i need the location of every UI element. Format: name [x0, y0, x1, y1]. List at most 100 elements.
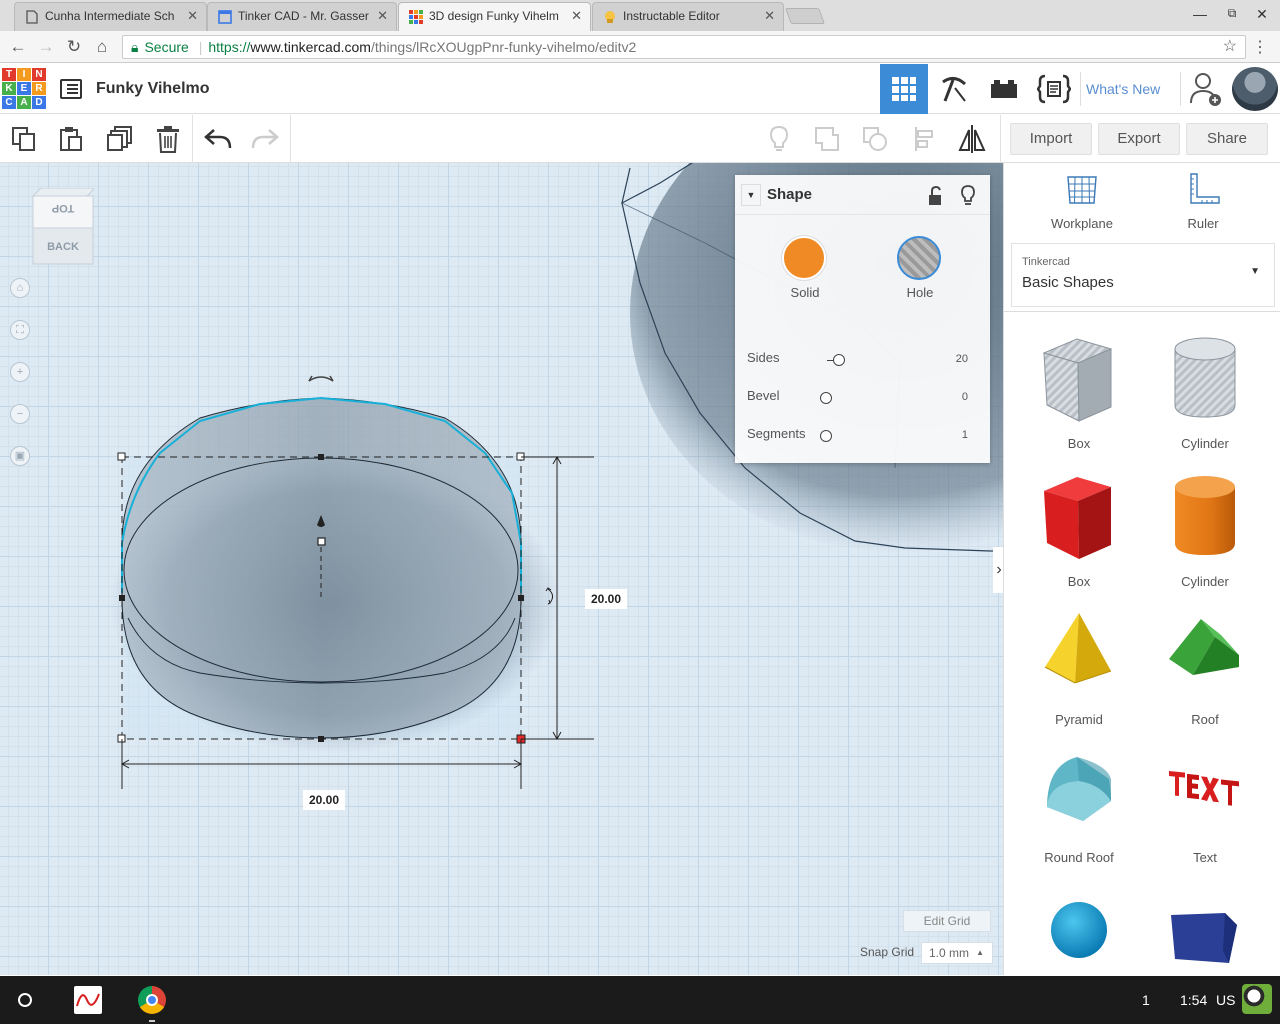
restore-icon[interactable]: ⧉: [1222, 6, 1242, 21]
solid-color-swatch[interactable]: [782, 236, 826, 280]
import-button[interactable]: Import: [1010, 123, 1092, 155]
share-button[interactable]: Share: [1186, 123, 1268, 155]
workplane-tool[interactable]: Workplane: [1037, 171, 1127, 231]
bricks-button[interactable]: [980, 64, 1028, 114]
close-tab-icon[interactable]: ✕: [187, 8, 198, 24]
paste-button[interactable]: [56, 124, 86, 154]
minecraft-button[interactable]: [930, 64, 978, 114]
duplicate-button[interactable]: [105, 124, 135, 154]
code-blocks-icon: [1037, 74, 1071, 104]
close-tab-icon[interactable]: ✕: [571, 8, 582, 24]
edge-handle[interactable]: [119, 595, 125, 601]
close-window-icon[interactable]: ✕: [1252, 6, 1272, 23]
zoom-in-icon[interactable]: +: [10, 362, 30, 382]
polygon-icon: [1171, 913, 1237, 963]
account-avatar[interactable]: [1242, 984, 1272, 1014]
shape-box[interactable]: Box: [1024, 469, 1134, 597]
reload-icon[interactable]: ↻: [64, 37, 84, 57]
zoom-out-icon[interactable]: −: [10, 404, 30, 424]
notes-button[interactable]: [764, 124, 794, 154]
bookmark-star-icon[interactable]: ☆: [1223, 36, 1237, 58]
back-icon[interactable]: ←: [8, 37, 28, 57]
sides-value[interactable]: 20: [956, 353, 968, 365]
logo-letter: C: [2, 96, 16, 109]
input-language[interactable]: US: [1216, 992, 1235, 1008]
close-tab-icon[interactable]: ✕: [764, 8, 775, 24]
group-button[interactable]: [812, 124, 842, 154]
align-button[interactable]: [910, 124, 940, 154]
clock[interactable]: 1:54: [1180, 992, 1207, 1008]
browser-toolbar: ← → ↻ ⌂ 🔒︎ Secure | https://www.tinkercad.…: [0, 31, 1280, 63]
tinkercad-logo[interactable]: T I N K E R C A D: [2, 68, 46, 111]
collapse-inspector-button[interactable]: ▼: [741, 184, 761, 206]
undo-button[interactable]: [203, 124, 233, 154]
home-icon[interactable]: ⌂: [92, 37, 112, 57]
edit-grid-button[interactable]: Edit Grid: [903, 910, 991, 932]
copy-button[interactable]: [9, 124, 39, 154]
ungroup-button[interactable]: [860, 124, 890, 154]
codeblocks-button[interactable]: [1030, 64, 1078, 114]
segments-value[interactable]: 1: [962, 429, 968, 441]
solid-label: Solid: [790, 285, 820, 300]
design-title[interactable]: Funky Vihelmo: [96, 80, 210, 98]
graph-app-icon[interactable]: [74, 986, 102, 1014]
ruler-icon: [1190, 173, 1220, 204]
delete-button[interactable]: [153, 124, 183, 154]
shape-pyramid[interactable]: Pyramid: [1024, 607, 1134, 735]
depth-dimension-label[interactable]: 20.00: [585, 589, 628, 609]
url-host: www.tinkercad.com: [250, 39, 371, 55]
minimize-icon[interactable]: —: [1190, 6, 1210, 22]
browser-tab-cunha[interactable]: Cunha Intermediate Sch ✕: [14, 2, 207, 31]
center-handle[interactable]: [317, 537, 326, 546]
edge-handle[interactable]: [318, 454, 324, 460]
browser-tab-instructable[interactable]: Instructable Editor ✕: [592, 2, 784, 31]
new-tab-button[interactable]: [785, 8, 825, 24]
collapse-panel-button[interactable]: ›: [993, 547, 1003, 593]
home-view-icon[interactable]: ⌂: [10, 278, 30, 298]
sides-slider[interactable]: [833, 354, 845, 366]
redo-button[interactable]: [250, 124, 280, 154]
logo-letter: T: [2, 68, 16, 81]
view-cube[interactable]: TOP BACK: [31, 188, 95, 266]
chrome-menu-icon[interactable]: ⋮: [1252, 37, 1268, 57]
edge-handle[interactable]: [518, 595, 524, 601]
corner-handle[interactable]: [117, 452, 126, 461]
shape-roof[interactable]: Roof: [1150, 607, 1260, 735]
snap-grid-select[interactable]: 1.0 mm ▲: [921, 942, 993, 964]
whats-new-link[interactable]: What's New: [1086, 81, 1160, 97]
segments-slider[interactable]: [820, 430, 832, 442]
forward-icon[interactable]: →: [36, 37, 56, 57]
export-button[interactable]: Export: [1098, 123, 1180, 155]
chrome-icon[interactable]: [138, 986, 166, 1014]
close-tab-icon[interactable]: ✕: [377, 8, 388, 24]
width-dimension-label[interactable]: 20.00: [303, 790, 346, 810]
ortho-view-icon[interactable]: ▣: [10, 446, 30, 466]
mirror-button[interactable]: [957, 124, 987, 154]
edge-handle[interactable]: [318, 736, 324, 742]
launcher-icon[interactable]: [18, 993, 32, 1007]
ruler-tool[interactable]: Ruler: [1158, 171, 1248, 231]
shape-round-roof[interactable]: Round Roof: [1024, 745, 1134, 873]
browser-tab-tinkercad-gasser[interactable]: Tinker CAD - Mr. Gasser ✕: [207, 2, 397, 31]
add-user-button[interactable]: [1184, 64, 1228, 114]
shape-text[interactable]: Text: [1150, 745, 1260, 873]
logo-letter: K: [2, 82, 16, 95]
lightbulb-icon[interactable]: [960, 185, 976, 207]
shape-box-hole[interactable]: Box: [1024, 331, 1134, 459]
rotate-handle[interactable]: [308, 376, 334, 382]
bevel-slider[interactable]: [820, 392, 832, 404]
shape-cylinder[interactable]: Cylinder: [1150, 469, 1260, 597]
fit-view-icon[interactable]: ⛶: [10, 320, 30, 340]
user-avatar[interactable]: [1232, 67, 1278, 111]
hole-swatch[interactable]: [897, 236, 941, 280]
unlock-icon[interactable]: [927, 186, 943, 206]
shape-library-select[interactable]: Tinkercad Basic Shapes ▼: [1011, 243, 1275, 307]
notification-count[interactable]: 1: [1142, 992, 1150, 1008]
selected-cylinder[interactable]: [121, 375, 522, 739]
browser-tab-3d-design[interactable]: 3D design Funky Vihelm ✕: [398, 2, 591, 31]
design-menu-icon[interactable]: [60, 79, 82, 99]
bevel-value[interactable]: 0: [962, 391, 968, 403]
3d-view-button[interactable]: [880, 64, 928, 114]
shape-cylinder-hole[interactable]: Cylinder: [1150, 331, 1260, 459]
address-bar[interactable]: 🔒︎ Secure | https://www.tinkercad.com/thin…: [122, 35, 1246, 59]
